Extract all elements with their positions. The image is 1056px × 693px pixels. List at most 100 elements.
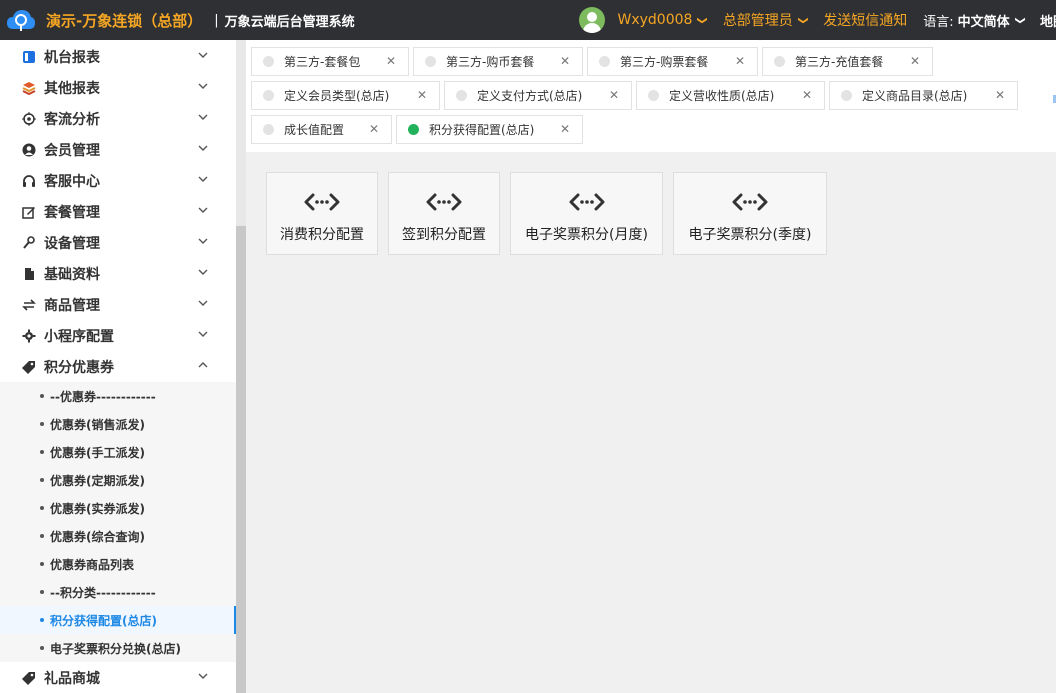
tab-5[interactable]: 定义支付方式(总店) ✕ <box>444 81 632 110</box>
tab-label: 定义会员类型(总店) <box>284 89 390 103</box>
submenu-item[interactable]: 优惠券(定期派发) <box>0 466 236 494</box>
role-menu[interactable]: 总部管理员 ❯ <box>722 10 809 30</box>
config-card-1[interactable]: 签到积分配置 <box>388 172 500 255</box>
config-card-0[interactable]: 消费积分配置 <box>266 172 378 255</box>
tab-8[interactable]: 成长值配置 ✕ <box>251 115 392 144</box>
user-name: Wxyd0008 <box>617 12 693 28</box>
close-icon[interactable]: ✕ <box>735 54 745 68</box>
header-separator: | <box>214 12 219 28</box>
submenu-item-label: 积分获得配置(总店) <box>50 613 157 628</box>
chevron-down-icon <box>198 329 208 342</box>
sidebar-item-1[interactable]: 其他报表 <box>0 72 236 103</box>
tab-dot-icon <box>648 90 659 101</box>
submenu-item-label: 优惠券(销售派发) <box>50 417 145 432</box>
sidebar-item-5[interactable]: 套餐管理 <box>0 196 236 227</box>
close-icon[interactable]: ✕ <box>560 122 570 136</box>
target-icon <box>22 111 36 126</box>
card-label: 消费积分配置 <box>280 227 364 243</box>
sidebar-item-label: 小程序配置 <box>44 328 114 345</box>
header-right: Wxyd0008 ❯ 总部管理员 ❯ 发送短信通知 语言: 中文简体 ❯ 地图 <box>579 0 1056 40</box>
top-header: 演示-万象连锁（总部） | 万象云端后台管理系统 Wxyd0008 ❯ 总部管理… <box>0 0 1056 40</box>
config-card-3[interactable]: 电子奖票积分(季度) <box>673 172 827 255</box>
submenu-item[interactable]: 优惠券(销售派发) <box>0 410 236 438</box>
tab-2[interactable]: 第三方-购票套餐 ✕ <box>587 47 758 76</box>
submenu-item[interactable]: 积分获得配置(总店) <box>0 606 236 634</box>
submenu-item[interactable]: --优惠券------------ <box>0 382 236 410</box>
tab-dot-icon <box>425 56 436 67</box>
tab-label: 定义营收性质(总店) <box>669 89 775 103</box>
avatar[interactable] <box>579 7 606 33</box>
scrollbar-thumb[interactable] <box>236 226 246 693</box>
sidebar-item-label: 套餐管理 <box>44 204 100 221</box>
tab-9[interactable]: 积分获得配置(总店) ✕ <box>396 115 583 144</box>
tab-0[interactable]: 第三方-套餐包 ✕ <box>251 47 409 76</box>
submenu-item[interactable]: 优惠券(实券派发) <box>0 494 236 522</box>
close-icon[interactable]: ✕ <box>417 88 427 102</box>
chevron-down-icon <box>198 112 208 125</box>
tab-label: 第三方-购票套餐 <box>620 55 709 69</box>
bullet-dot <box>40 394 44 398</box>
chevron-down-icon <box>198 143 208 156</box>
headset-icon <box>22 174 36 188</box>
config-card-2[interactable]: 电子奖票积分(月度) <box>510 172 663 255</box>
sms-link[interactable]: 发送短信通知 <box>823 10 907 30</box>
close-icon[interactable]: ✕ <box>609 88 619 102</box>
tab-1[interactable]: 第三方-购币套餐 ✕ <box>413 47 583 76</box>
role-label: 总部管理员 <box>722 13 793 29</box>
tab-label: 成长值配置 <box>284 123 345 137</box>
language-select[interactable]: 中文简体 ❯ <box>958 11 1026 30</box>
user-menu[interactable]: Wxyd0008 ❯ <box>617 12 708 28</box>
sidebar-item-10[interactable]: 积分优惠券 <box>0 351 236 382</box>
user-icon <box>22 143 36 157</box>
tab-7[interactable]: 定义商品目录(总店) ✕ <box>829 81 1018 110</box>
sidebar-item-3[interactable]: 会员管理 <box>0 134 236 165</box>
tab-label: 积分获得配置(总店) <box>429 123 535 137</box>
tab-label: 定义支付方式(总店) <box>477 89 583 103</box>
sidebar-item-label: 其他报表 <box>44 80 100 97</box>
close-icon[interactable]: ✕ <box>802 88 812 102</box>
sidebar-item-label: 客服中心 <box>44 173 100 190</box>
chevron-down-icon <box>198 267 208 280</box>
tab-dot-icon <box>599 56 610 67</box>
tab-dot-icon <box>774 56 785 67</box>
tab-dot-icon <box>263 124 274 135</box>
submenu-item[interactable]: 优惠券商品列表 <box>0 550 236 578</box>
tag-icon <box>22 360 36 374</box>
sidebar-item-8[interactable]: 商品管理 <box>0 289 236 320</box>
tab-dot-icon <box>263 56 274 67</box>
card-label: 签到积分配置 <box>402 227 486 243</box>
code-icon <box>732 192 768 212</box>
close-icon[interactable]: ✕ <box>560 54 570 68</box>
sidebar-item-6[interactable]: 设备管理 <box>0 227 236 258</box>
chevron-down-icon <box>198 205 208 218</box>
sidebar-item-2[interactable]: 客流分析 <box>0 103 236 134</box>
tab-dot-icon <box>456 90 467 101</box>
close-icon[interactable]: ✕ <box>910 54 920 68</box>
tab-label: 第三方-充值套餐 <box>795 55 884 69</box>
submenu-item-label: 优惠券(综合查询) <box>50 529 145 544</box>
bullet-dot <box>40 562 44 566</box>
sidebar-item-9[interactable]: 小程序配置 <box>0 320 236 351</box>
submenu-item[interactable]: 优惠券(手工派发) <box>0 438 236 466</box>
chevron-down-icon <box>198 174 208 187</box>
card-label: 电子奖票积分(季度) <box>688 227 812 243</box>
chevron-down-icon <box>198 298 208 311</box>
bullet-dot <box>40 534 44 538</box>
sidebar-item-4[interactable]: 客服中心 <box>0 165 236 196</box>
tab-3[interactable]: 第三方-充值套餐 ✕ <box>762 47 933 76</box>
submenu-item[interactable]: 电子奖票积分兑换(总店) <box>0 634 236 662</box>
submenu-item[interactable]: 优惠券(综合查询) <box>0 522 236 550</box>
tag-icon <box>22 671 36 685</box>
sidebar-item-gift-mall[interactable]: 礼品商城 <box>0 662 236 693</box>
sidebar-item-7[interactable]: 基础资料 <box>0 258 236 289</box>
tab-6[interactable]: 定义营收性质(总店) ✕ <box>636 81 825 110</box>
close-icon[interactable]: ✕ <box>369 122 379 136</box>
submenu-item[interactable]: --积分类------------ <box>0 578 236 606</box>
close-icon[interactable]: ✕ <box>995 88 1005 102</box>
header-cut-item[interactable]: 地图 <box>1040 11 1056 30</box>
tab-4[interactable]: 定义会员类型(总店) ✕ <box>251 81 440 110</box>
close-icon[interactable]: ✕ <box>386 54 396 68</box>
sidebar-item-0[interactable]: 机台报表 <box>0 41 236 72</box>
chevron-down-icon: ❯ <box>1014 15 1026 25</box>
sidebar-scrollbar[interactable] <box>236 40 246 693</box>
